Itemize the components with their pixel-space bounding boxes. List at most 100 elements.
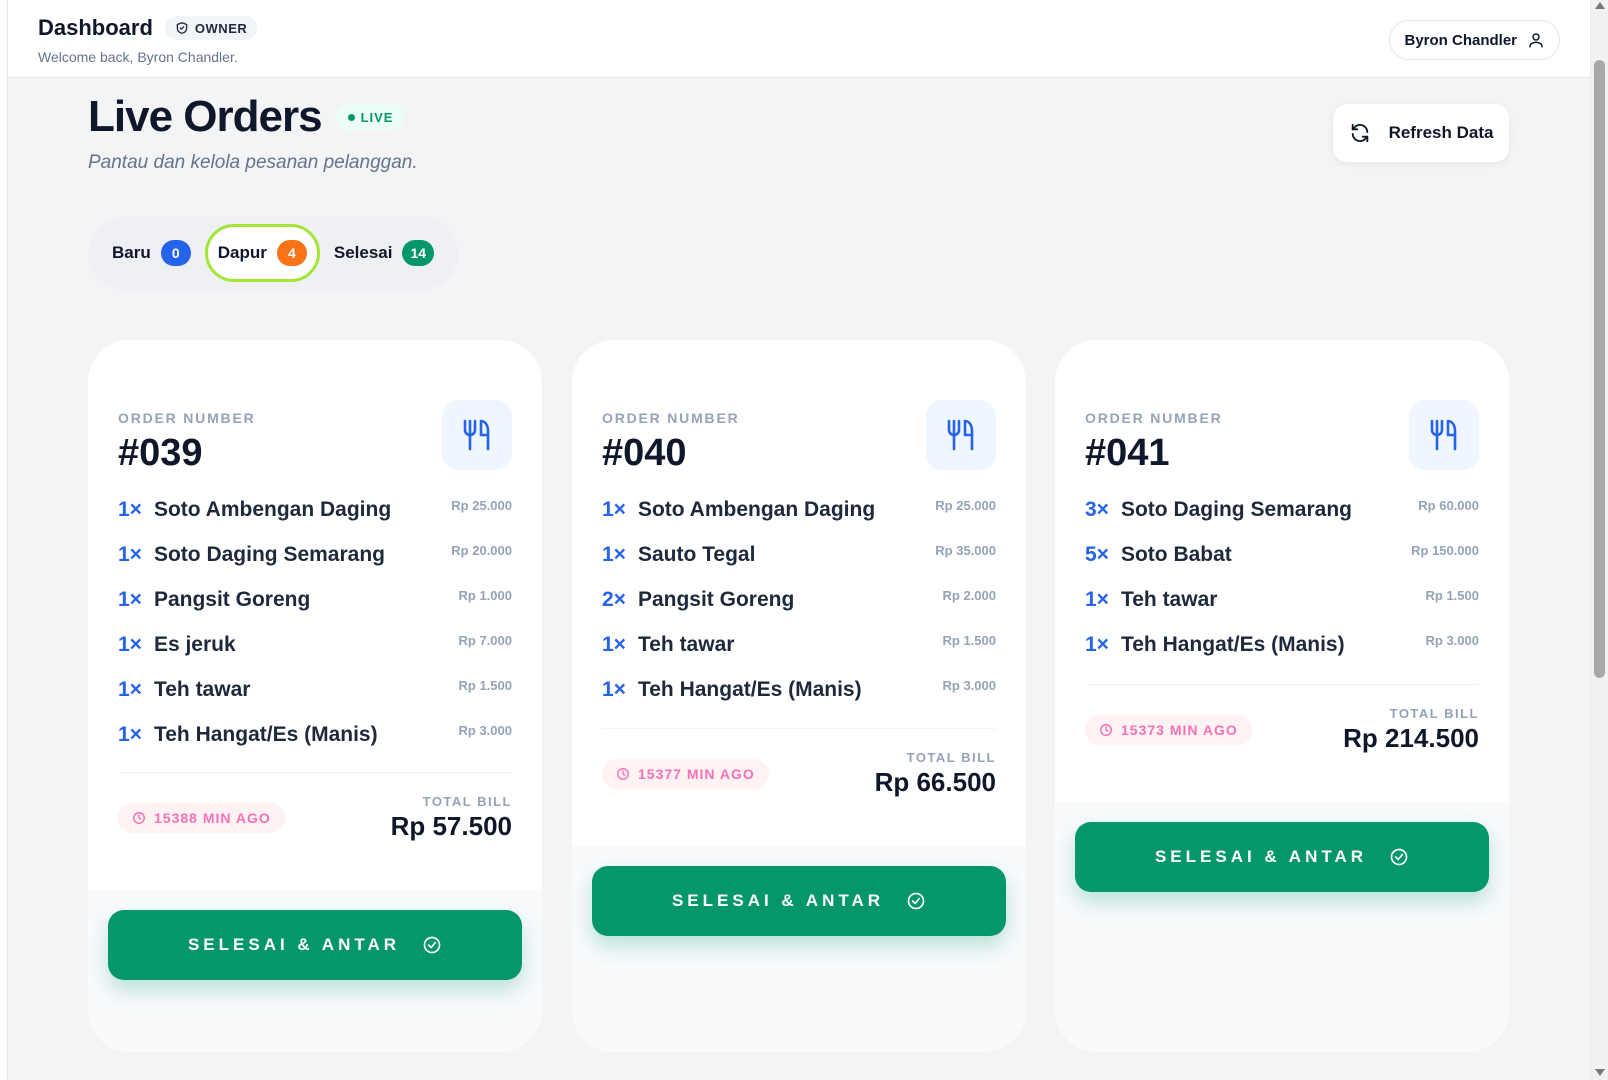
- order-item: 5× Soto Babat Rp 150.000: [1085, 535, 1479, 580]
- order-item: 1× Soto Daging Semarang Rp 20.000: [118, 535, 512, 580]
- total-bill-label: TOTAL BILL: [906, 750, 996, 765]
- item-qty: 1×: [118, 678, 142, 701]
- complete-button-label: SELESAI & ANTAR: [187, 935, 401, 954]
- item-name: Sauto Tegal: [637, 543, 756, 566]
- utensils-icon: [1430, 419, 1457, 451]
- food-badge: [442, 400, 512, 470]
- scroll-down-arrow[interactable]: [1595, 1069, 1605, 1076]
- item-qty: 1×: [602, 678, 626, 701]
- order-number: #040: [602, 432, 687, 474]
- item-qty: 1×: [1085, 633, 1109, 656]
- total-bill: TOTAL BILL Rp 57.500: [391, 794, 512, 842]
- order-card-footer: SELESAI & ANTAR: [572, 846, 1026, 1052]
- top-bar: Dashboard OWNER Welcome back, Byron Chan…: [8, 0, 1590, 78]
- total-bill-value: Rp 57.500: [390, 811, 512, 841]
- order-card: ORDER NUMBER #040 1× Soto Ambengan Daging…: [572, 340, 1026, 1052]
- order-number-label: ORDER NUMBER: [602, 410, 740, 426]
- complete-button-label: SELESAI & ANTAR: [1154, 847, 1368, 866]
- order-item: 1× Teh tawar Rp 1.500: [118, 670, 512, 715]
- item-qty: 2×: [602, 588, 626, 611]
- item-name: Soto Babat: [1120, 543, 1232, 566]
- page-header: Live Orders LIVE Pantau dan kelola pesan…: [88, 92, 418, 174]
- utensils-icon: [463, 419, 490, 451]
- utensils-icon: [947, 419, 974, 451]
- item-name: Es jeruk: [153, 633, 236, 656]
- user-name: Byron Chandler: [1404, 31, 1517, 49]
- item-qty: 3×: [1085, 498, 1109, 521]
- page-title-row: Live Orders LIVE: [88, 92, 418, 142]
- total-bill-value: Rp 66.500: [874, 767, 996, 797]
- tab-selesai[interactable]: Selesai 14: [324, 224, 444, 282]
- complete-and-deliver-button[interactable]: SELESAI & ANTAR: [108, 910, 522, 980]
- order-items: 1× Soto Ambengan Daging Rp 25.000 1× Sauto …: [602, 490, 996, 715]
- order-item: 1× Teh tawar Rp 1.500: [602, 625, 996, 670]
- time-ago-label: 15373 MIN AGO: [1121, 722, 1238, 738]
- total-bill-label: TOTAL BILL: [1389, 706, 1479, 721]
- scrollbar-thumb[interactable]: [1594, 60, 1605, 678]
- tab-label: Selesai: [333, 243, 393, 262]
- total-bill: TOTAL BILL Rp 66.500: [875, 750, 996, 798]
- total-bill-label: TOTAL BILL: [422, 794, 512, 809]
- order-number: #041: [1085, 432, 1170, 474]
- order-item: 1× Teh Hangat/Es (Manis) Rp 3.000: [602, 670, 996, 715]
- time-ago-label: 15377 MIN AGO: [638, 766, 755, 782]
- item-price: Rp 3.000: [1425, 633, 1479, 648]
- time-ago-label: 15388 MIN AGO: [154, 810, 271, 826]
- tab-label: Dapur: [217, 243, 267, 262]
- refresh-data-button[interactable]: Refresh Data: [1333, 104, 1509, 162]
- user-icon: [1529, 33, 1543, 48]
- item-price: Rp 20.000: [451, 543, 512, 558]
- scrollbar[interactable]: [1590, 0, 1608, 1080]
- item-name: Pangsit Goreng: [153, 588, 311, 611]
- item-price: Rp 1.500: [1425, 588, 1479, 603]
- total-bill-value: Rp 214.500: [1343, 723, 1479, 753]
- total-bill: TOTAL BILL Rp 214.500: [1343, 706, 1479, 754]
- clock-icon: [617, 768, 629, 780]
- live-dot-icon: [347, 113, 355, 121]
- item-name: Soto Ambengan Daging: [153, 498, 392, 521]
- item-price: Rp 7.000: [458, 633, 512, 648]
- tab-count-badge: 4: [276, 240, 307, 266]
- divider: [118, 772, 512, 773]
- item-name: Teh tawar: [1120, 588, 1218, 611]
- item-price: Rp 35.000: [935, 543, 996, 558]
- tab-count-badge: 14: [402, 240, 435, 266]
- time-ago-badge: 15377 MIN AGO: [602, 759, 769, 789]
- item-qty: 1×: [602, 543, 626, 566]
- item-price: Rp 3.000: [942, 678, 996, 693]
- order-items: 1× Soto Ambengan Daging Rp 25.000 1× Soto D…: [118, 490, 512, 760]
- food-badge: [926, 400, 996, 470]
- app-title: Dashboard: [38, 15, 153, 40]
- item-qty: 1×: [118, 498, 142, 521]
- item-name: Teh tawar: [153, 678, 251, 701]
- check-circle-icon: [907, 892, 925, 910]
- refresh-icon: [1351, 123, 1368, 143]
- page-subtitle: Pantau dan kelola pesanan pelanggan.: [88, 152, 418, 173]
- complete-and-deliver-button[interactable]: SELESAI & ANTAR: [1075, 822, 1489, 892]
- order-card-body: ORDER NUMBER #040 1× Soto Ambengan Daging…: [602, 340, 996, 860]
- live-badge-label: LIVE: [360, 109, 394, 125]
- item-name: Soto Daging Semarang: [1120, 498, 1352, 521]
- order-number-label: ORDER NUMBER: [1085, 410, 1223, 426]
- order-item: 1× Sauto Tegal Rp 35.000: [602, 535, 996, 580]
- scroll-up-arrow[interactable]: [1595, 2, 1605, 9]
- role-badge: OWNER: [164, 16, 258, 40]
- role-badge-label: OWNER: [194, 20, 248, 36]
- order-item: 1× Pangsit Goreng Rp 1.000: [118, 580, 512, 625]
- order-card-body: ORDER NUMBER #041 3× Soto Daging Semarang…: [1085, 340, 1479, 820]
- page-title: Live Orders: [88, 92, 323, 141]
- item-price: Rp 1.500: [458, 678, 512, 693]
- complete-and-deliver-button[interactable]: SELESAI & ANTAR: [592, 866, 1006, 936]
- order-item: 1× Teh tawar Rp 1.500: [1085, 580, 1479, 625]
- user-menu-button[interactable]: Byron Chandler: [1389, 20, 1560, 60]
- tab-baru[interactable]: Baru 0: [102, 224, 201, 282]
- order-item: 1× Es jeruk Rp 7.000: [118, 625, 512, 670]
- tab-label: Baru: [112, 243, 151, 262]
- tab-dapur[interactable]: Dapur 4: [204, 224, 320, 282]
- item-name: Pangsit Goreng: [637, 588, 795, 611]
- order-items: 3× Soto Daging Semarang Rp 60.000 5× Soto B…: [1085, 490, 1479, 670]
- item-price: Rp 1.500: [942, 633, 996, 648]
- order-item: 1× Teh Hangat/Es (Manis) Rp 3.000: [1085, 625, 1479, 670]
- order-item: 1× Teh Hangat/Es (Manis) Rp 3.000: [118, 715, 512, 760]
- order-item: 2× Pangsit Goreng Rp 2.000: [602, 580, 996, 625]
